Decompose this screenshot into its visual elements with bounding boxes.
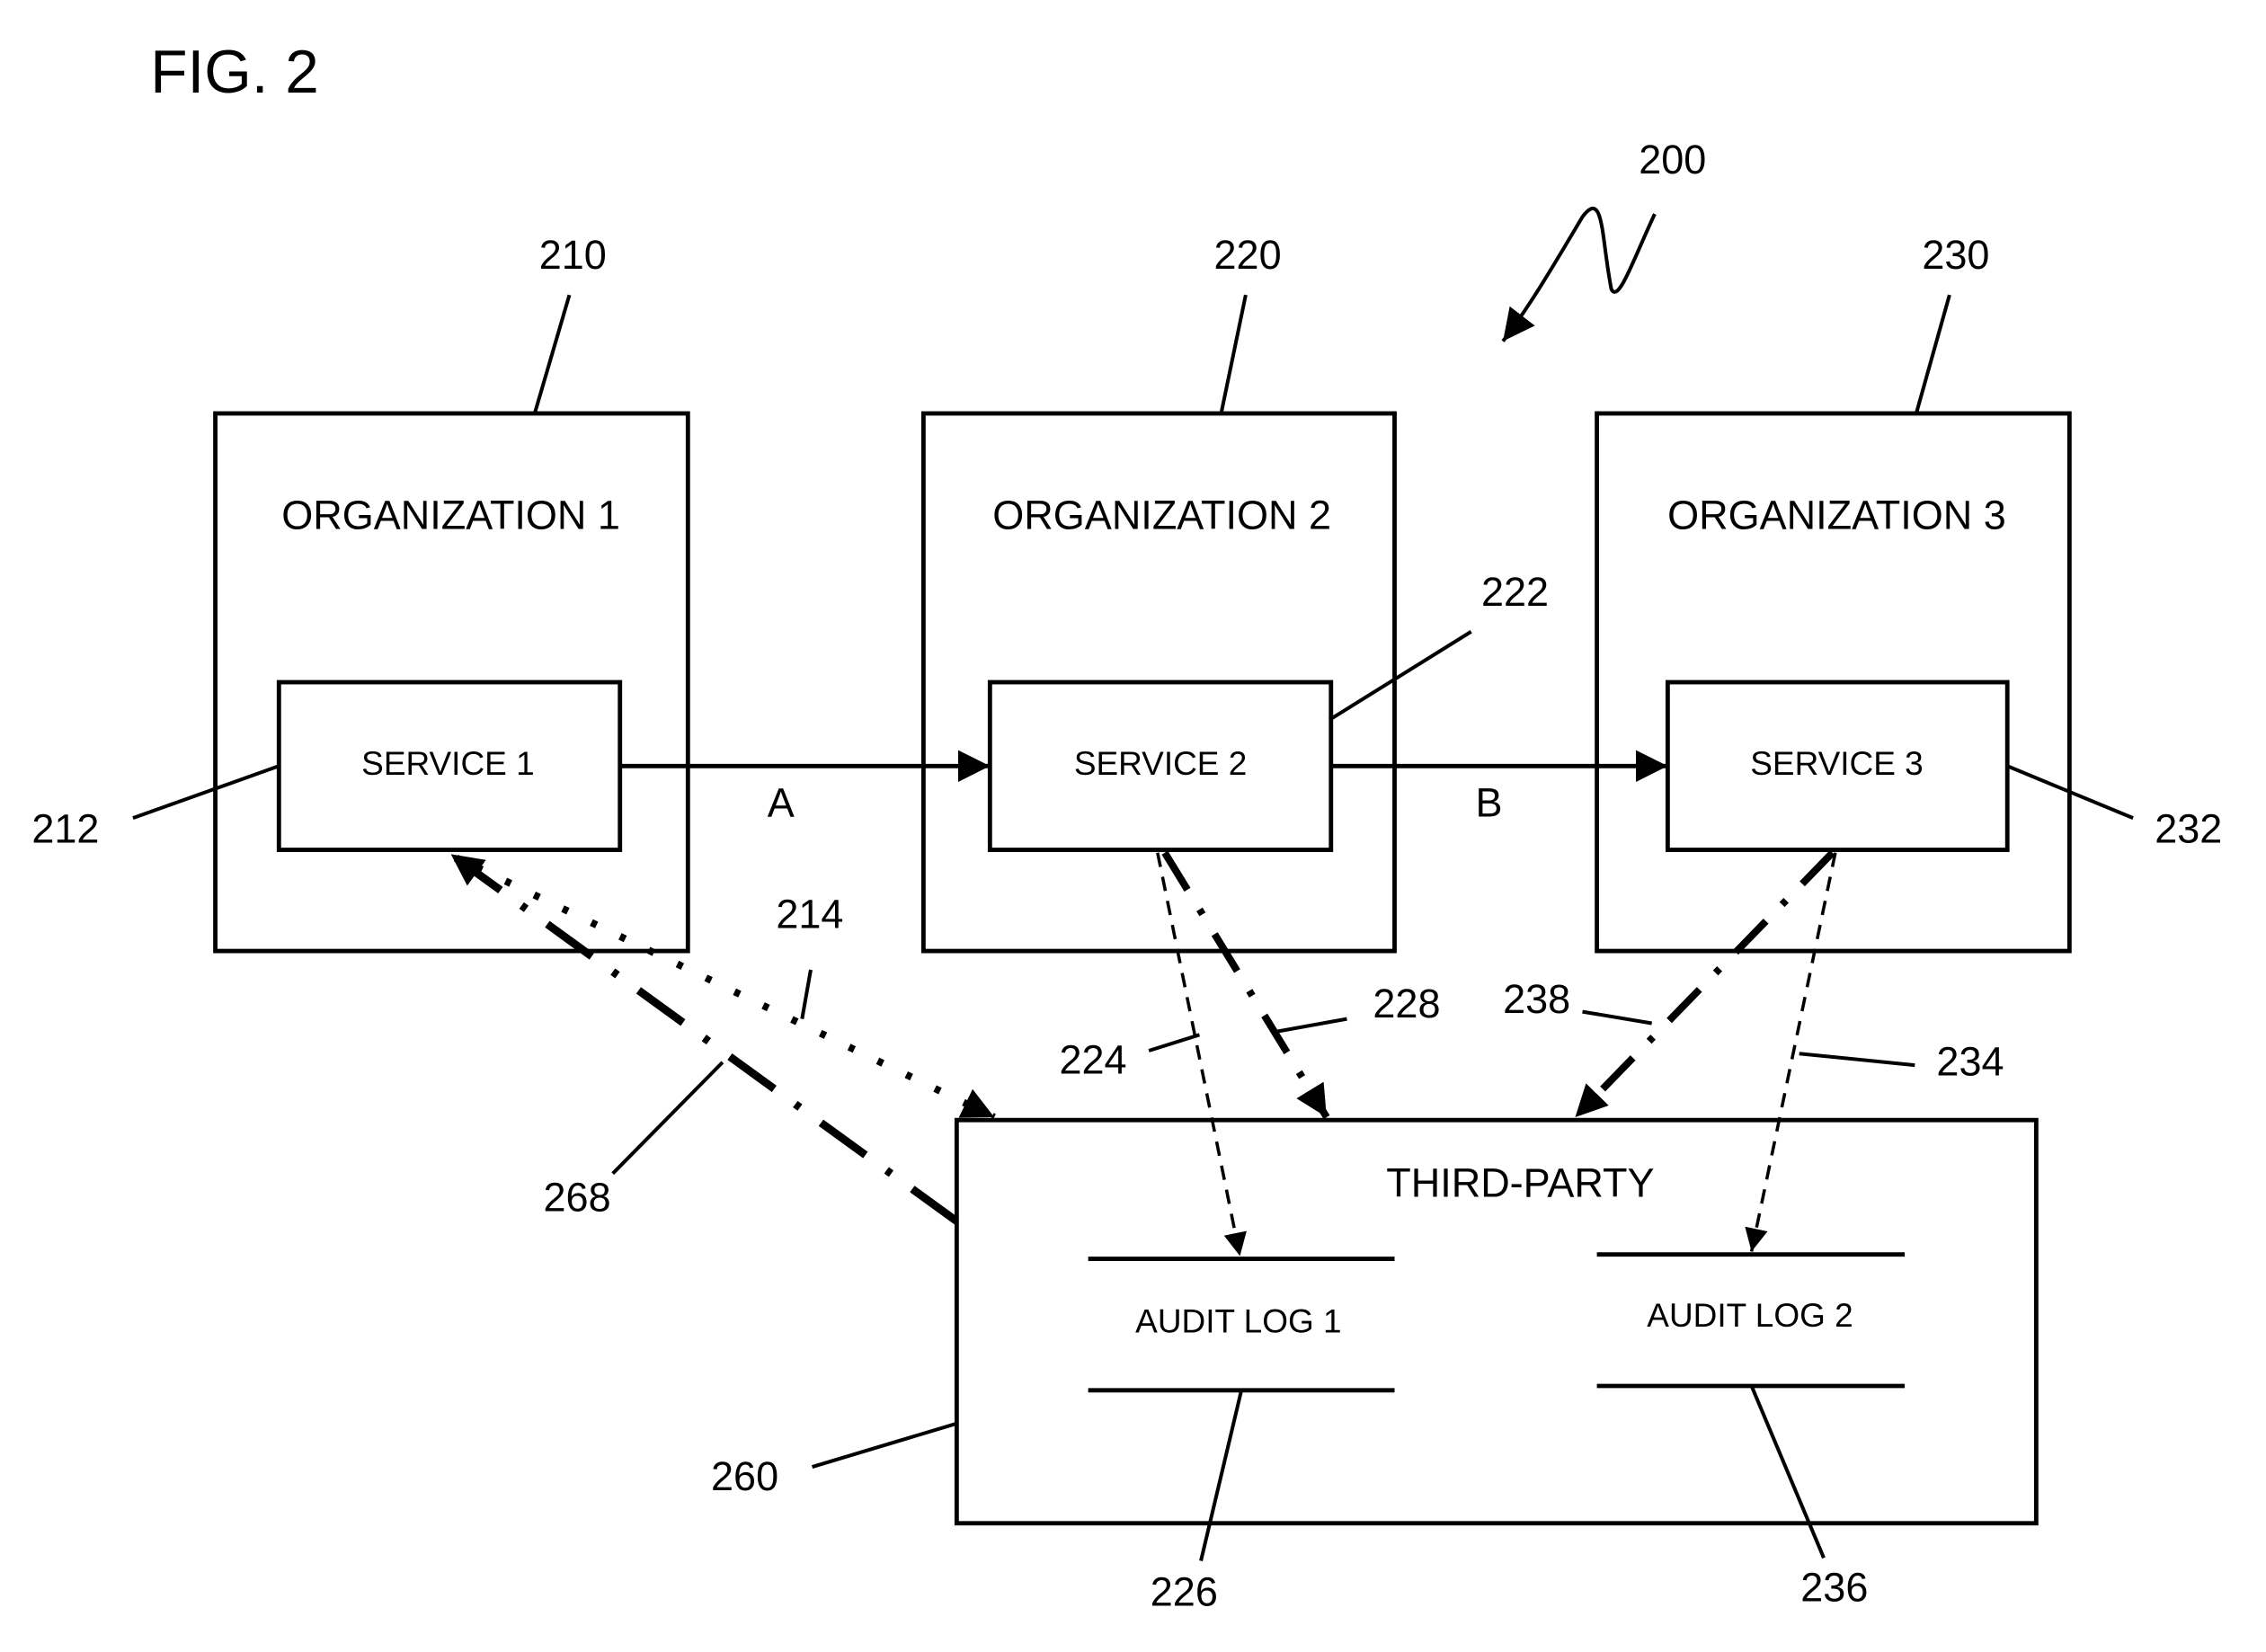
service-1: SERVICE 1 <box>276 679 623 852</box>
ref-260: 260 <box>711 1453 778 1499</box>
service-2-label: SERVICE 2 <box>1074 745 1247 782</box>
ref-214-leader <box>800 969 813 1019</box>
service-1-label: SERVICE 1 <box>361 745 534 782</box>
ref-214: 214 <box>776 891 843 937</box>
organization-3-label: ORGANIZATION 3 <box>1667 493 2006 538</box>
ref-260-leader <box>811 1421 957 1469</box>
service-2: SERVICE 2 <box>987 679 1334 852</box>
service-3: SERVICE 3 <box>1665 679 2010 852</box>
figure-title: FIG. 2 <box>150 39 319 106</box>
ref-212: 212 <box>31 805 99 851</box>
ref-220-leader <box>1219 294 1248 414</box>
ref-228: 228 <box>1373 981 1440 1026</box>
ref-220: 220 <box>1214 232 1282 278</box>
ref-230: 230 <box>1922 232 1989 278</box>
ref-268-leader <box>611 1061 724 1176</box>
ref-200-squiggle-arrow <box>1501 207 1657 342</box>
ref-236: 236 <box>1800 1565 1868 1611</box>
ref-238: 238 <box>1503 976 1570 1022</box>
ref-200: 200 <box>1639 137 1706 182</box>
flow-b-label: B <box>1476 780 1503 826</box>
ref-234: 234 <box>1936 1038 2004 1084</box>
ref-232: 232 <box>2155 805 2222 851</box>
audit-log-2-label: AUDIT LOG 2 <box>1647 1297 1853 1334</box>
ref-226: 226 <box>1151 1568 1218 1614</box>
ref-234-leader <box>1799 1052 1915 1068</box>
service-3-label: SERVICE 3 <box>1750 745 1923 782</box>
ref-268: 268 <box>544 1174 611 1220</box>
ref-210-leader <box>532 294 572 414</box>
ref-222: 222 <box>1481 569 1549 615</box>
ref-210: 210 <box>539 232 607 278</box>
flow-a-label: A <box>768 780 795 826</box>
ref-224-leader <box>1148 1033 1201 1052</box>
third-party: THIRD-PARTY AUDIT LOG 1 AUDIT LOG 2 <box>954 1117 2039 1526</box>
organization-1-label: ORGANIZATION 1 <box>281 493 620 538</box>
ref-238-leader <box>1582 1009 1653 1026</box>
ref-224: 224 <box>1060 1037 1127 1083</box>
patent-diagram: FIG. 2 200 ORGANIZATION 1 ORGANIZATION 2… <box>31 39 2222 1614</box>
ref-230-leader <box>1914 294 1951 414</box>
organization-2-label: ORGANIZATION 2 <box>992 493 1331 538</box>
third-party-label: THIRD-PARTY <box>1386 1159 1654 1205</box>
audit-log-1-label: AUDIT LOG 1 <box>1135 1303 1341 1340</box>
ref-228-leader <box>1274 1017 1347 1035</box>
